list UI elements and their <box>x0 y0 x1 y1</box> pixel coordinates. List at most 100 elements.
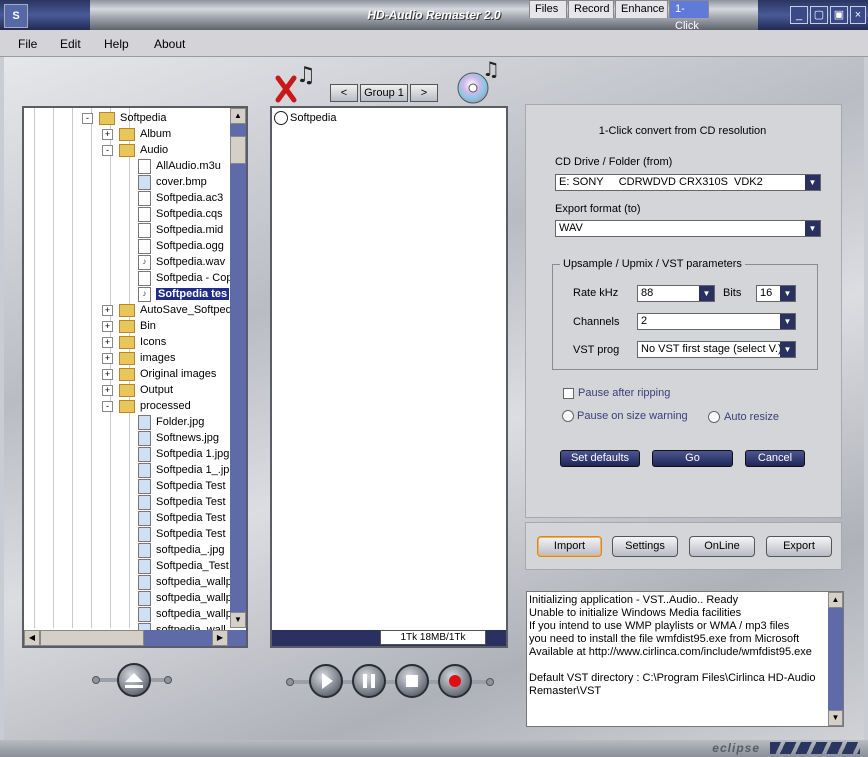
tree-item[interactable]: Softpedia 1_.jp <box>138 462 229 478</box>
tree-item[interactable]: Softpedia.ac3 <box>138 190 223 206</box>
tree-item[interactable]: + Bin <box>102 318 156 334</box>
tree-item[interactable]: + Album <box>102 126 171 142</box>
delete-track-icon[interactable]: ♫ <box>274 58 324 104</box>
chevron-down-icon[interactable]: ▼ <box>780 342 795 357</box>
collapse-icon[interactable]: - <box>102 400 113 412</box>
expand-icon[interactable]: + <box>102 128 113 140</box>
tree-scroll-right-icon[interactable]: ▶ <box>212 630 228 646</box>
menu-edit[interactable]: Edit <box>60 37 81 51</box>
tree-item[interactable]: Softpedia Test <box>138 526 226 542</box>
expand-icon[interactable]: + <box>102 368 113 380</box>
tree-item[interactable]: - Softpedia <box>82 110 166 126</box>
log-scroll-down-icon[interactable]: ▼ <box>828 710 843 726</box>
maximize-icon[interactable]: ▣ <box>830 6 848 24</box>
tree-item[interactable]: Softpedia_Test <box>138 558 229 574</box>
tree-horizontal-scrollbar[interactable]: ◀ ▶ <box>24 630 246 646</box>
tree-scroll-down-icon[interactable]: ▼ <box>230 612 246 628</box>
tree-item[interactable]: + Icons <box>102 334 166 350</box>
chevron-down-icon[interactable]: ▼ <box>805 221 820 236</box>
chevron-down-icon[interactable]: ▼ <box>699 286 714 301</box>
group-next-button[interactable]: > <box>410 84 438 102</box>
tree-item[interactable]: Softpedia - Cop <box>138 270 232 286</box>
expand-icon[interactable]: + <box>102 352 113 364</box>
log-panel[interactable]: Initializing application - VST..Audio.. … <box>526 591 844 727</box>
tree-item[interactable]: + AutoSave_Softped <box>102 302 232 318</box>
go-button[interactable]: Go <box>652 450 733 467</box>
track-item[interactable]: Softpedia <box>274 110 336 126</box>
tree-item[interactable]: ♪ Softpedia tes <box>138 286 230 302</box>
tree-item[interactable]: Softnews.jpg <box>138 430 219 446</box>
title-bar[interactable]: S HD-Audio Remaster 2.0 _ ▢ ▣ × <box>0 0 868 30</box>
tree-item[interactable]: Folder.jpg <box>138 414 204 430</box>
set-defaults-button[interactable]: Set defaults <box>560 450 640 467</box>
tab-1-click[interactable]: 1-Click <box>669 0 709 32</box>
tree-item[interactable]: Softpedia Test <box>138 510 226 526</box>
online-button[interactable]: OnLine <box>689 536 755 557</box>
auto-resize-label[interactable]: Auto resize <box>724 411 779 423</box>
tree-item[interactable]: AllAudio.m3u <box>138 158 221 174</box>
expand-icon[interactable]: + <box>102 304 113 316</box>
pause-after-ripping-checkbox[interactable] <box>563 388 574 399</box>
tab-files[interactable]: Files <box>529 0 567 18</box>
export-format-select[interactable]: WAV ▼ <box>555 220 821 237</box>
tree-item[interactable]: + Original images <box>102 366 216 382</box>
file-tree-panel[interactable]: - Softpedia + Album - Audio AllAudio.m3u cover.… <box>22 106 248 648</box>
menu-file[interactable]: File <box>18 37 37 51</box>
tree-item[interactable]: ♪ Softpedia.wav <box>138 254 225 270</box>
track-list-panel[interactable]: Softpedia 1Tk 18MB/1Tk <box>270 106 508 648</box>
tree-scroll-thumb[interactable] <box>230 136 246 164</box>
log-vertical-scrollbar[interactable]: ▲ ▼ <box>828 592 843 726</box>
tree-item[interactable]: softpedia_wallp <box>138 606 232 622</box>
tree-scroll-left-icon[interactable]: ◀ <box>24 630 40 646</box>
tree-hscroll-thumb[interactable] <box>40 630 144 646</box>
bits-select[interactable]: 16 ▼ <box>756 285 796 302</box>
channels-select[interactable]: 2 ▼ <box>637 313 796 330</box>
chevron-down-icon[interactable]: ▼ <box>780 314 795 329</box>
pause-size-warning-radio[interactable] <box>562 410 574 422</box>
log-scroll-up-icon[interactable]: ▲ <box>828 592 843 608</box>
collapse-icon[interactable]: - <box>102 144 113 156</box>
expand-icon[interactable]: + <box>102 384 113 396</box>
chevron-down-icon[interactable]: ▼ <box>780 286 795 301</box>
group-prev-button[interactable]: < <box>330 84 358 102</box>
cancel-button[interactable]: Cancel <box>745 450 805 467</box>
export-button[interactable]: Export <box>766 536 832 557</box>
menu-about[interactable]: About <box>154 37 185 51</box>
cd-drive-select[interactable]: E: SONY CDRWDVD CRX310S VDK2 ▼ <box>555 174 821 191</box>
pause-after-ripping-label[interactable]: Pause after ripping <box>578 387 670 399</box>
record-button[interactable] <box>438 664 472 698</box>
pause-button[interactable] <box>352 664 386 698</box>
stop-button[interactable] <box>395 664 429 698</box>
tree-item[interactable]: + images <box>102 350 175 366</box>
tab-record[interactable]: Record <box>568 0 614 18</box>
tree-item[interactable]: Softpedia Test <box>138 494 226 510</box>
tree-item[interactable]: softpedia_.jpg <box>138 542 225 558</box>
tree-item[interactable]: Softpedia Test <box>138 478 226 494</box>
tree-item[interactable]: Softpedia.mid <box>138 222 223 238</box>
cd-icon[interactable]: ♫ <box>456 56 506 104</box>
tree-item[interactable]: Softpedia 1.jpg <box>138 446 229 462</box>
tree-item[interactable]: softpedia_wallp <box>138 590 232 606</box>
minimize-icon[interactable]: _ <box>790 6 808 24</box>
play-button[interactable] <box>309 664 343 698</box>
group-label-button[interactable]: Group 1 <box>360 84 408 102</box>
close-icon[interactable]: × <box>850 6 866 24</box>
rate-select[interactable]: 88 ▼ <box>637 285 715 302</box>
pause-size-warning-label[interactable]: Pause on size warning <box>577 410 688 422</box>
menu-help[interactable]: Help <box>104 37 129 51</box>
collapse-icon[interactable]: - <box>82 112 93 124</box>
tree-scroll-up-icon[interactable]: ▲ <box>230 108 246 124</box>
tab-enhance[interactable]: Enhance <box>615 0 668 18</box>
tree-vertical-scrollbar[interactable]: ▲ ▼ <box>230 108 246 628</box>
eject-button[interactable] <box>117 663 151 697</box>
tree-item[interactable]: softpedia_wallp <box>138 574 232 590</box>
tree-item[interactable]: cover.bmp <box>138 174 207 190</box>
tree-item[interactable]: - processed <box>102 398 191 414</box>
tree-item[interactable]: Softpedia.ogg <box>138 238 224 254</box>
tree-item[interactable]: Softpedia.cqs <box>138 206 223 222</box>
tree-item[interactable]: + Output <box>102 382 173 398</box>
import-button[interactable]: Import <box>537 536 602 557</box>
auto-resize-radio[interactable] <box>708 411 720 423</box>
tree-item[interactable]: - Audio <box>102 142 168 158</box>
chevron-down-icon[interactable]: ▼ <box>805 175 820 190</box>
